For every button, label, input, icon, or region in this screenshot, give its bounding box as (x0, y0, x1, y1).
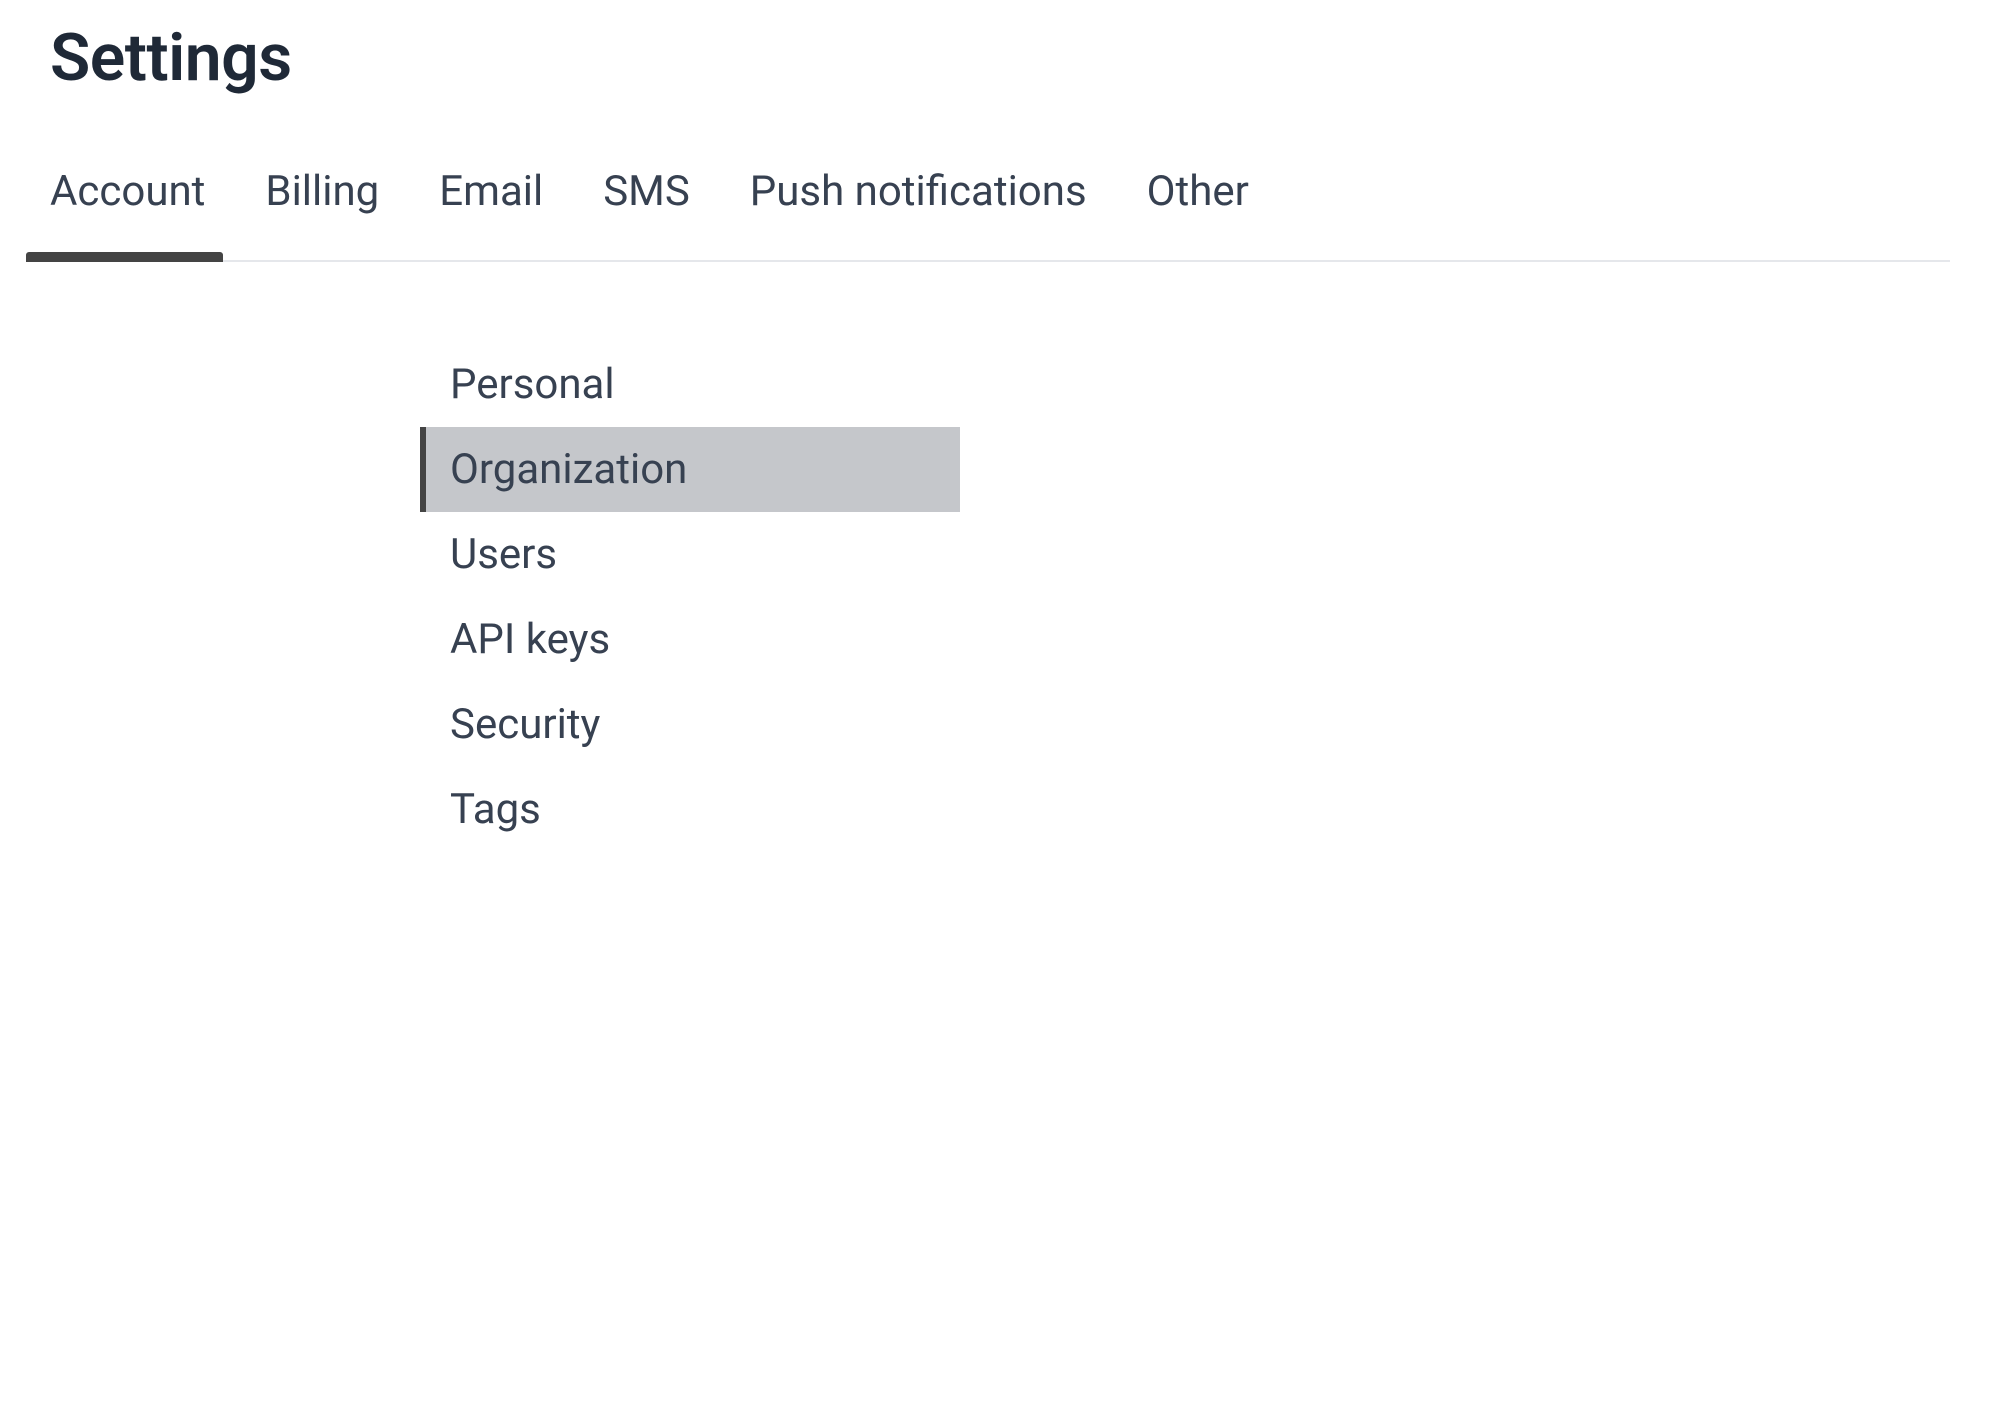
tab-billing[interactable]: Billing (265, 167, 379, 260)
nav-item-users[interactable]: Users (420, 512, 960, 597)
tab-other[interactable]: Other (1147, 167, 1249, 260)
page-title: Settings (50, 20, 1950, 97)
nav-item-personal[interactable]: Personal (420, 342, 960, 427)
nav-item-api-keys[interactable]: API keys (420, 597, 960, 682)
content-area: Personal Organization Users API keys Sec… (50, 342, 1950, 852)
side-nav: Personal Organization Users API keys Sec… (420, 342, 960, 852)
nav-item-organization[interactable]: Organization (420, 427, 960, 512)
tabs-bar: Account Billing Email SMS Push notificat… (50, 167, 1950, 262)
tab-account[interactable]: Account (50, 167, 205, 260)
tab-email[interactable]: Email (439, 167, 543, 260)
nav-item-tags[interactable]: Tags (420, 767, 960, 852)
nav-item-security[interactable]: Security (420, 682, 960, 767)
tab-sms[interactable]: SMS (603, 167, 690, 260)
tab-push-notifications[interactable]: Push notifications (750, 167, 1087, 260)
